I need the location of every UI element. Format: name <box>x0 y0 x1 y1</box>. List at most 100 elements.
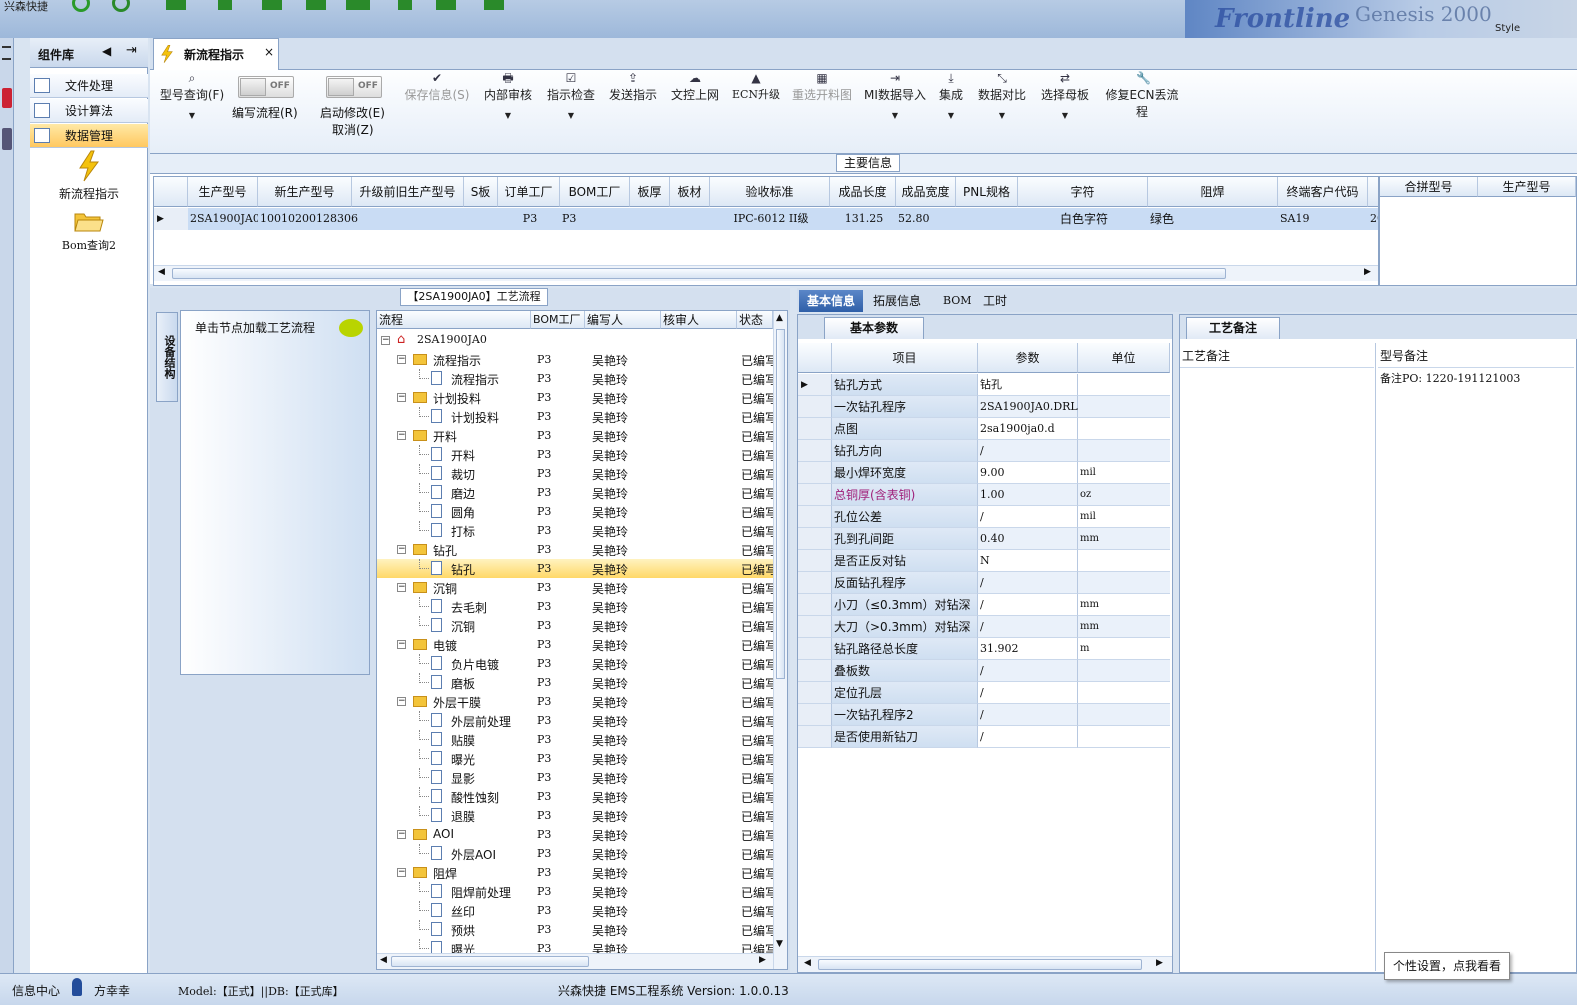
param-unit[interactable] <box>1078 572 1170 594</box>
window-icon[interactable] <box>436 0 456 10</box>
collapse-icon[interactable]: − <box>397 697 406 706</box>
param-row[interactable]: 钻孔路径总长度 31.902 m <box>798 638 1170 660</box>
tab-new-process[interactable]: 新流程指示 × <box>153 38 279 70</box>
scrollbar-thumb[interactable] <box>391 956 589 967</box>
tree-node[interactable]: − 流程指示 P3 吴艳玲 已编写 <box>377 350 773 369</box>
column-header[interactable]: 升级前旧生产型号 <box>352 177 464 207</box>
layout-icon[interactable] <box>346 0 370 10</box>
tab-bom[interactable]: BOM <box>935 290 980 312</box>
tree-node[interactable]: − AOI P3 吴艳玲 已编写 <box>377 825 773 844</box>
param-row[interactable]: 是否使用新钻刀 / <box>798 726 1170 748</box>
column-header[interactable]: 终端客户代码 <box>1278 177 1368 207</box>
param-value[interactable]: / <box>978 440 1078 462</box>
param-unit[interactable] <box>1078 682 1170 704</box>
tree-node[interactable]: 丝印 P3 吴艳玲 已编写 <box>377 901 773 920</box>
write-process-toggle[interactable]: OFF <box>238 76 294 98</box>
collapse-icon[interactable]: − <box>397 431 406 440</box>
scroll-down-icon[interactable]: ▼ <box>776 939 783 949</box>
scrollbar-thumb[interactable] <box>818 959 1142 970</box>
param-value[interactable]: / <box>978 572 1078 594</box>
param-unit[interactable]: mil <box>1078 506 1170 528</box>
doc-control-button[interactable]: ☁ 文控上网 <box>668 70 722 103</box>
table-cell[interactable]: SA19 <box>1278 208 1368 230</box>
horizontal-scrollbar[interactable]: ◀ ▶ <box>377 953 773 969</box>
param-row[interactable]: 反面钻孔程序 / <box>798 572 1170 594</box>
tree-node[interactable]: 磨板 P3 吴艳玲 已编写 <box>377 673 773 692</box>
param-value[interactable]: 钻孔 <box>978 374 1078 396</box>
scrollbar-thumb[interactable] <box>172 268 1226 279</box>
column-header[interactable]: 生产型号 <box>1478 177 1576 197</box>
param-unit[interactable]: mil <box>1078 462 1170 484</box>
scroll-up-icon[interactable]: ▲ <box>776 313 783 323</box>
tab-device-structure[interactable]: 设备结构 <box>156 312 178 402</box>
param-row[interactable]: 孔到孔间距 0.40 mm <box>798 528 1170 550</box>
tree-node[interactable]: 打标 P3 吴艳玲 已编写 <box>377 521 773 540</box>
param-value[interactable]: / <box>978 594 1078 616</box>
scroll-right-icon[interactable]: ▶ <box>759 955 766 965</box>
param-unit[interactable] <box>1078 550 1170 572</box>
param-value[interactable]: / <box>978 616 1078 638</box>
tree-node[interactable]: 外层AOI P3 吴艳玲 已编写 <box>377 844 773 863</box>
param-unit[interactable]: oz <box>1078 484 1170 506</box>
param-row[interactable]: 孔位公差 / mil <box>798 506 1170 528</box>
scroll-right-icon[interactable]: ▶ <box>1364 267 1371 277</box>
scroll-left-icon[interactable]: ◀ <box>380 955 387 965</box>
param-unit[interactable] <box>1078 704 1170 726</box>
collapse-icon[interactable]: − <box>381 336 390 345</box>
table-cell[interactable]: 2SA1900JA0 <box>188 208 260 230</box>
column-header[interactable]: 项目 <box>832 343 978 373</box>
table-cell[interactable]: P3 <box>498 208 560 230</box>
tree-node[interactable]: 退膜 P3 吴艳玲 已编写 <box>377 806 773 825</box>
collapse-icon[interactable]: − <box>397 393 406 402</box>
tree-node[interactable]: 开料 P3 吴艳玲 已编写 <box>377 445 773 464</box>
column-header[interactable]: S板 <box>464 177 498 207</box>
tree-node[interactable]: 去毛刺 P3 吴艳玲 已编写 <box>377 597 773 616</box>
tree-node[interactable]: 负片电镀 P3 吴艳玲 已编写 <box>377 654 773 673</box>
column-header[interactable]: 参数 <box>978 343 1078 373</box>
param-value[interactable]: 2sa1900ja0.d <box>978 418 1078 440</box>
param-row[interactable]: 叠板数 / <box>798 660 1170 682</box>
mi-data-import-button[interactable]: ⇥ MI数据导入 ▼ <box>862 70 928 120</box>
table-cell[interactable]: 52.80 <box>896 208 956 230</box>
table-cell[interactable]: 10010200128306 <box>258 208 358 230</box>
param-unit[interactable]: mm <box>1078 528 1170 550</box>
column-header[interactable]: 合拼型号 <box>1380 177 1478 197</box>
integrate-button[interactable]: ⤓ 集成 ▼ <box>936 70 966 120</box>
param-value[interactable]: N <box>978 550 1078 572</box>
collapse-icon[interactable]: − <box>397 640 406 649</box>
shortcut-new-process[interactable]: 新流程指示 <box>30 150 148 202</box>
tree-node[interactable]: 显影 P3 吴艳玲 已编写 <box>377 768 773 787</box>
column-header[interactable]: 核审人 <box>661 311 737 329</box>
copy-icon[interactable] <box>306 0 326 10</box>
tree-node[interactable]: 沉铜 P3 吴艳玲 已编写 <box>377 616 773 635</box>
collapse-icon[interactable]: − <box>397 583 406 592</box>
param-row[interactable]: 是否正反对钻 N <box>798 550 1170 572</box>
param-row[interactable]: 钻孔方向 / <box>798 440 1170 462</box>
param-unit[interactable]: m <box>1078 638 1170 660</box>
style-menu[interactable]: Style <box>1495 23 1520 34</box>
column-header[interactable]: 订单工厂 <box>498 177 560 207</box>
chevron-down-icon[interactable]: ▼ <box>544 111 598 120</box>
save-icon[interactable] <box>262 0 282 10</box>
param-value[interactable]: 0.40 <box>978 528 1078 550</box>
param-unit[interactable] <box>1078 396 1170 418</box>
collapse-icon[interactable]: − <box>397 545 406 554</box>
collapse-left-icon[interactable]: ◀ <box>102 44 111 58</box>
table-cell[interactable]: 白色字符 <box>1018 208 1148 230</box>
tab-extended-info[interactable]: 拓展信息 <box>865 290 929 312</box>
param-value[interactable]: 9.00 <box>978 462 1078 484</box>
column-header[interactable]: 流程 <box>377 311 531 329</box>
param-value[interactable]: / <box>978 682 1078 704</box>
tab-basic-params[interactable]: 基本参数 <box>824 317 924 339</box>
param-unit[interactable]: mm <box>1078 594 1170 616</box>
tree-node[interactable]: − 钻孔 P3 吴艳玲 已编写 <box>377 540 773 559</box>
screen-icon[interactable] <box>484 0 504 10</box>
component-item-data[interactable]: 数据管理 <box>30 124 148 148</box>
param-unit[interactable] <box>1078 440 1170 462</box>
param-unit[interactable]: mm <box>1078 616 1170 638</box>
param-row[interactable]: ▶ 钻孔方式 钻孔 <box>798 374 1170 396</box>
tool-icon[interactable] <box>2 88 12 108</box>
start-edit-toggle[interactable]: OFF <box>326 76 382 98</box>
param-row[interactable]: 定位孔层 / <box>798 682 1170 704</box>
component-item-file[interactable]: 文件处理 <box>30 74 148 98</box>
